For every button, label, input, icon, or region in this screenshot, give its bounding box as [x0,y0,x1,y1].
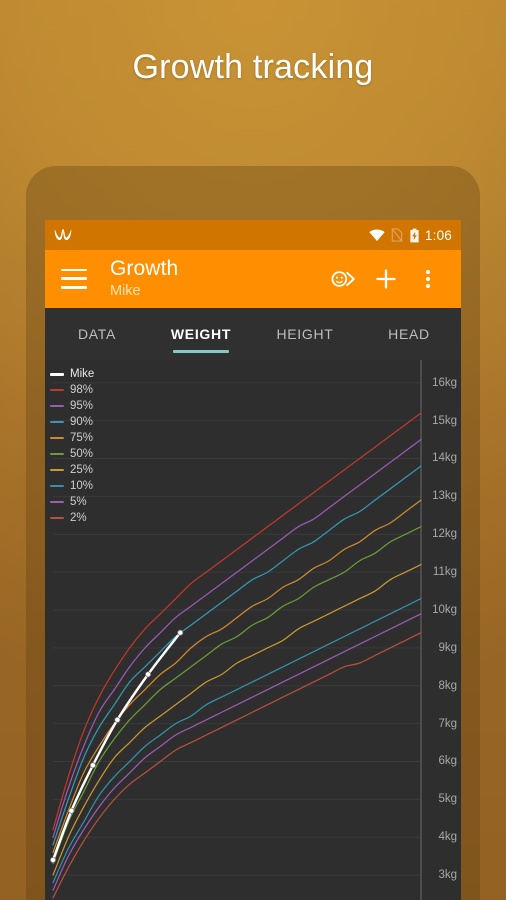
legend-item[interactable]: 5% [50,494,94,510]
battery-charging-icon [410,228,419,242]
y-axis-tick: 12kg [432,528,457,541]
legend-swatch [50,484,64,488]
legend-swatch [50,372,64,376]
legend-label: Mike [70,368,95,380]
y-axis-tick: 7kg [438,717,457,730]
legend-label: 98% [70,384,94,396]
y-axis-tick: 3kg [438,869,457,882]
app-bar-titles: Growth Mike [110,256,323,299]
y-axis-tick: 11kg [432,566,457,579]
legend-item[interactable]: 90% [50,414,94,430]
app-logo-icon [54,229,72,241]
growth-chart-plot [50,360,422,900]
page-title: Growth [110,256,179,280]
legend-item[interactable]: 25% [50,462,94,478]
phone-screen: 1:06 Growth Mike DATA WEIGHT HEIGHT HEAD… [45,220,461,900]
legend-item[interactable]: 2% [50,510,94,526]
y-axis-labels: 16kg 15kg 14kg 13kg 12kg 11kg 10kg 9kg 8kg 7kg 6kg… [421,360,461,900]
legend-swatch [50,388,64,392]
legend-label: 25% [70,464,94,476]
legend-label: 50% [70,448,94,460]
status-bar-clock: 1:06 [424,227,452,243]
status-bar: 1:06 [45,220,461,250]
app-bar: Growth Mike [45,250,461,307]
app-bar-actions [323,258,449,300]
tab-head[interactable]: HEAD [357,308,461,360]
chart-legend: Mike 98% 95% 90% 75% 50% 25% 10% 5% 2% [50,366,94,526]
y-axis-tick: 16kg [432,376,457,389]
y-axis-tick: 6kg [438,755,457,768]
legend-item[interactable]: 98% [50,382,94,398]
growth-chart[interactable]: Mike 98% 95% 90% 75% 50% 25% 10% 5% 2% 16kg 15kg 14… [45,360,461,900]
legend-item[interactable]: 10% [50,478,94,494]
tab-bar: DATA WEIGHT HEIGHT HEAD [45,307,461,360]
legend-swatch [50,404,64,408]
sim-off-icon [391,228,403,242]
legend-label: 5% [70,496,87,508]
y-axis-tick: 15kg [432,414,457,427]
legend-label: 95% [70,400,94,412]
legend-swatch [50,516,64,520]
y-axis-tick: 5kg [438,793,457,806]
legend-item[interactable]: 95% [50,398,94,414]
legend-label: 2% [70,512,87,524]
y-axis-tick: 10kg [432,603,457,616]
hamburger-menu-icon[interactable] [61,268,87,289]
add-icon[interactable] [365,258,407,300]
legend-label: 75% [70,432,94,444]
promo-screenshot: Growth tracking 1:06 Growth Mike DATA WE… [0,0,506,900]
legend-swatch [50,500,64,504]
tab-data[interactable]: DATA [45,308,149,360]
legend-swatch [50,420,64,424]
promo-headline: Growth tracking [132,48,374,86]
tab-height[interactable]: HEIGHT [253,308,357,360]
legend-item[interactable]: Mike [50,366,94,382]
y-axis-tick: 9kg [438,641,457,654]
wifi-icon [369,228,385,241]
legend-swatch [50,468,64,472]
legend-swatch [50,452,64,456]
y-axis-tick: 4kg [438,831,457,844]
legend-item[interactable]: 50% [50,446,94,462]
y-axis-tick: 14kg [432,452,457,465]
overflow-menu-icon[interactable] [407,258,449,300]
y-axis-tick: 8kg [438,679,457,692]
page-subtitle: Mike [110,282,141,299]
legend-label: 10% [70,480,94,492]
legend-swatch [50,436,64,440]
tab-weight[interactable]: WEIGHT [149,308,253,360]
switch-child-icon[interactable] [323,258,365,300]
y-axis-tick: 13kg [432,490,457,503]
legend-item[interactable]: 75% [50,430,94,446]
legend-label: 90% [70,416,94,428]
